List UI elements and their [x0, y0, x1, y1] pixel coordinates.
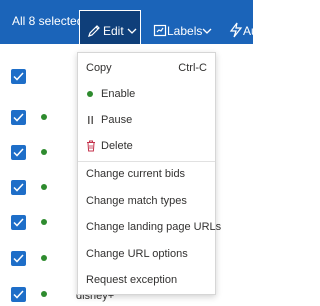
menu-item-label: Copy: [86, 62, 112, 74]
checkmark-icon: [13, 183, 24, 192]
trash-icon: [87, 140, 95, 152]
menu-item-request-exception[interactable]: Request exception: [78, 267, 215, 293]
menu-item-change-match-types[interactable]: Change match types: [78, 188, 215, 214]
status-enabled-dot: [41, 114, 47, 120]
menu-item-shortcut: Ctrl-C: [178, 62, 207, 74]
status-enabled-dot: [41, 291, 47, 297]
chevron-down-icon: [127, 28, 137, 34]
labels-button-label: Labels: [167, 24, 203, 38]
pause-icon: [88, 116, 93, 124]
menu-item-delete[interactable]: Delete: [78, 133, 215, 159]
row-checkbox[interactable]: [11, 287, 26, 302]
menu-item-change-url-options[interactable]: Change URL options: [78, 241, 215, 267]
checkmark-icon: [13, 113, 24, 122]
select-all-checkbox[interactable]: [11, 69, 26, 84]
menu-item-label: Request exception: [86, 274, 178, 286]
menu-item-label: Pause: [101, 114, 133, 126]
bulk-edit-toolbar: All 8 selected Edit Labels Au: [0, 0, 253, 44]
menu-item-label: Change URL options: [86, 248, 188, 260]
status-enabled-dot: [41, 219, 47, 225]
menu-item-label: Change match types: [86, 195, 187, 207]
status-enabled-dot: [41, 184, 47, 190]
menu-item-enable[interactable]: Enable: [78, 81, 215, 107]
pencil-icon: [88, 25, 100, 37]
automate-button-label: Au: [243, 24, 253, 38]
checkmark-icon: [13, 218, 24, 227]
status-enabled-dot: [41, 255, 47, 261]
row-checkbox[interactable]: [11, 251, 26, 266]
selection-count: All 8 selected: [12, 14, 84, 28]
menu-item-change-landing-page-urls[interactable]: Change landing page URLs: [78, 214, 221, 240]
row-checkbox[interactable]: [11, 215, 26, 230]
checkmark-icon: [13, 290, 24, 299]
menu-item-copy[interactable]: Copy Ctrl-C: [78, 55, 215, 81]
checkmark-icon: [13, 72, 24, 81]
row-checkbox[interactable]: [11, 110, 26, 125]
edit-button[interactable]: Edit: [79, 10, 141, 44]
checkmark-icon: [13, 254, 24, 263]
menu-item-change-current-bids[interactable]: Change current bids: [78, 161, 215, 187]
menu-item-label: Enable: [101, 88, 136, 100]
menu-item-pause[interactable]: Pause: [78, 107, 215, 133]
edit-dropdown-menu: Copy Ctrl-C Enable Pause Delete Change c…: [77, 52, 221, 295]
labels-button[interactable]: Labels: [152, 10, 216, 44]
chevron-down-icon: [202, 28, 212, 34]
enable-dot-icon: [87, 91, 93, 97]
status-enabled-dot: [41, 149, 47, 155]
lightning-icon: [229, 22, 243, 38]
row-checkbox[interactable]: [11, 145, 26, 160]
automate-button[interactable]: Au: [228, 10, 253, 44]
menu-item-label: Delete: [101, 140, 133, 152]
label-icon: [153, 24, 167, 37]
edit-button-label: Edit: [103, 24, 124, 38]
row-checkbox[interactable]: [11, 180, 26, 195]
checkmark-icon: [13, 148, 24, 157]
menu-item-label: Change landing page URLs: [86, 221, 222, 233]
menu-item-label: Change current bids: [86, 168, 186, 180]
